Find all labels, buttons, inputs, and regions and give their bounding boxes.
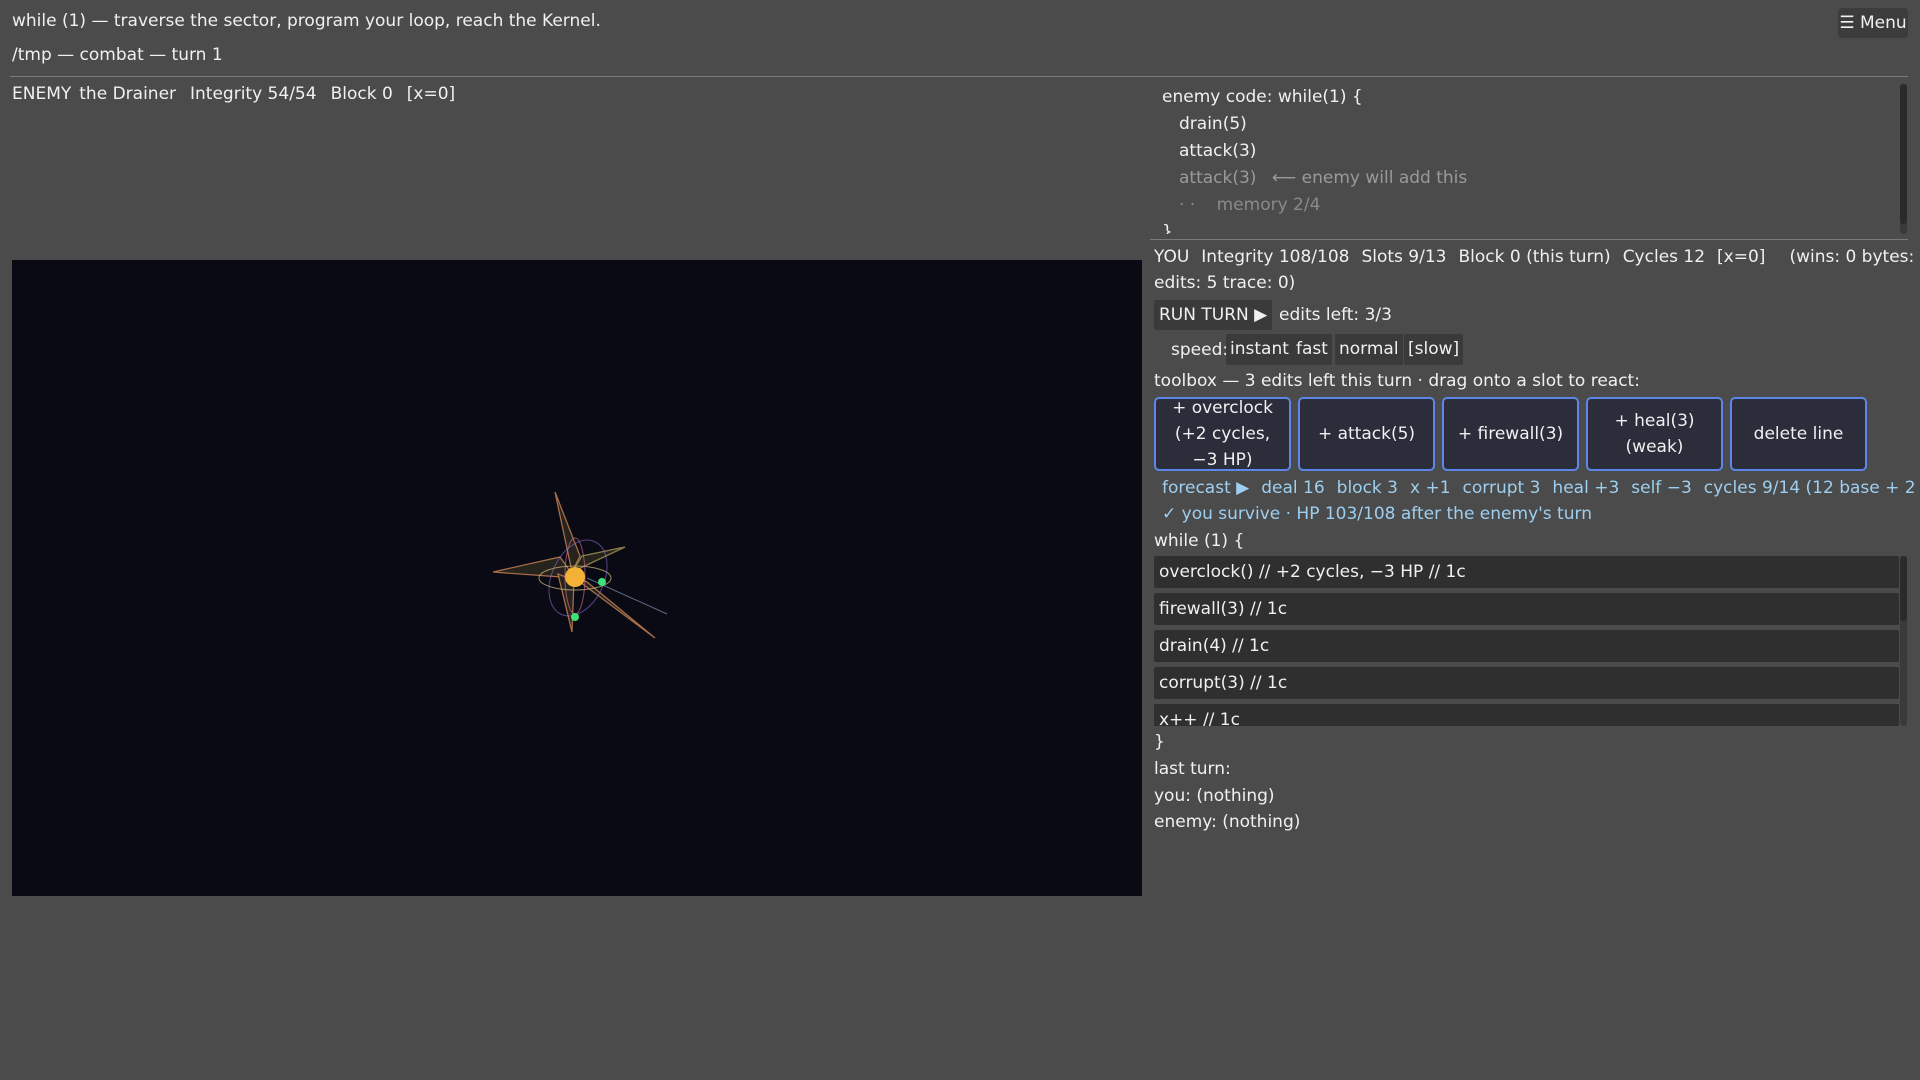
player-stats: (wins: 0 bytes: 0: [1789, 247, 1920, 267]
player-last-action: you: (nothing): [1154, 786, 1275, 806]
forecast-label: forecast ▶: [1162, 478, 1250, 498]
forecast-cycles: cycles 9/14 (12 base + 2 gained): [1703, 478, 1920, 498]
forecast-heal: heal +3: [1552, 478, 1620, 498]
code-slot[interactable]: corrupt(3) // 1c: [1154, 667, 1899, 699]
forecast-x: x +1: [1410, 478, 1451, 498]
star-blade-left: [492, 556, 577, 579]
edits-left-counter: edits left: 3/3: [1279, 305, 1392, 325]
enemy-code-scrollbar[interactable]: [1900, 84, 1907, 234]
speed-slow-button[interactable]: [slow]: [1404, 334, 1464, 365]
enemy-name: the Drainer: [79, 84, 177, 104]
enemy-pending-code: attack(3): [1179, 168, 1257, 188]
toolbox-overclock-card[interactable]: + overclock (+2 cycles, −3 HP): [1154, 397, 1291, 471]
enemy-block: Block 0: [330, 84, 393, 104]
player-label: YOU: [1154, 247, 1190, 267]
run-turn-button[interactable]: RUN TURN ▶: [1154, 300, 1273, 330]
forecast-block: block 3: [1336, 478, 1398, 498]
player-status-bar: YOU Integrity 108/108 Slots 9/13 Block 0 (t…: [1154, 247, 1920, 267]
toolbox-attack-card[interactable]: + attack(5): [1298, 397, 1435, 471]
loop-code-slots: overclock() // +2 cycles, −3 HP // 1c fi…: [1154, 556, 1899, 726]
enemy-memory: memory 2/4: [1216, 195, 1321, 215]
orbit-node-2: [571, 613, 579, 621]
enemy-integrity: Integrity 54/54: [190, 84, 317, 104]
code-slot[interactable]: overclock() // +2 cycles, −3 HP // 1c: [1154, 556, 1899, 588]
combat-canvas: [12, 260, 1142, 896]
enemy-label: ENEMY: [12, 84, 72, 104]
menu-button[interactable]: ☰ Menu: [1838, 8, 1908, 38]
enemy-memory-line: · · memory 2/4: [1162, 192, 1897, 219]
enemy-code-panel: enemy code: while(1) { drain(5) attack(3…: [1162, 84, 1897, 234]
loop-header: while (1) {: [1154, 531, 1245, 551]
enemy-code-line: attack(3): [1179, 141, 1257, 161]
scrollbar-thumb[interactable]: [1900, 84, 1907, 224]
location-breadcrumb: /tmp — combat — turn 1: [12, 45, 223, 65]
scrollbar-thumb[interactable]: [1900, 556, 1907, 621]
drainer-star-sprite: [492, 491, 668, 639]
enemy-code-close: }: [1162, 222, 1173, 234]
speed-normal-button[interactable]: normal: [1335, 334, 1403, 365]
forecast-bar: forecast ▶ deal 16 block 3 x +1 corrupt 3 hea…: [1162, 478, 1920, 498]
player-integrity: Integrity 108/108: [1201, 247, 1350, 267]
enemy-code-header: enemy code: while(1) {: [1162, 87, 1363, 107]
enemy-status-bar: ENEMY the Drainer Integrity 54/54 Block 0 [x…: [12, 84, 469, 104]
enemy-x-register: [x=0]: [406, 84, 456, 104]
last-turn-label: last turn:: [1154, 759, 1231, 779]
toolbox-delete-line-card[interactable]: delete line: [1730, 397, 1867, 471]
enemy-last-action: enemy: (nothing): [1154, 812, 1301, 832]
code-slot[interactable]: x++ // 1c: [1154, 704, 1899, 726]
toolbox-label: toolbox — 3 edits left this turn · drag …: [1154, 371, 1640, 391]
forecast-deal: deal 16: [1261, 478, 1325, 498]
toolbox-firewall-card[interactable]: + firewall(3): [1442, 397, 1579, 471]
enemy-code-line: drain(5): [1179, 114, 1247, 134]
enemy-sprite[interactable]: [492, 491, 668, 639]
forecast-self: self −3: [1631, 478, 1692, 498]
player-cycles: Cycles 12: [1622, 247, 1706, 267]
panel-divider: [1150, 239, 1908, 240]
enemy-pending-line: attack(3) ⟵ enemy will add this: [1162, 165, 1897, 192]
memory-dots: · ·: [1179, 195, 1196, 215]
core-orb: [565, 567, 585, 587]
star-blade-right: [570, 546, 626, 574]
speed-fast-button[interactable]: fast: [1292, 334, 1332, 365]
code-slot[interactable]: drain(4) // 1c: [1154, 630, 1899, 662]
orbit-node-1: [598, 578, 606, 586]
player-stats-cont: edits: 5 trace: 0): [1154, 273, 1296, 293]
speed-label: speed:: [1171, 340, 1229, 360]
enemy-pending-note: ⟵ enemy will add this: [1271, 168, 1468, 188]
toolbox-heal-card[interactable]: + heal(3) (weak): [1586, 397, 1723, 471]
code-slot[interactable]: firewall(3) // 1c: [1154, 593, 1899, 625]
survival-forecast: ✓ you survive · HP 103/108 after the ene…: [1162, 504, 1592, 524]
game-title: while (1) — traverse the sector, program…: [12, 11, 601, 31]
speed-instant-button[interactable]: instant: [1226, 334, 1293, 365]
player-slots: Slots 9/13: [1361, 247, 1447, 267]
player-block: Block 0 (this turn): [1458, 247, 1611, 267]
player-x-register: [x=0]: [1717, 247, 1766, 267]
loop-close: }: [1154, 732, 1165, 752]
loop-scrollbar[interactable]: [1900, 556, 1907, 726]
forecast-corrupt: corrupt 3: [1462, 478, 1541, 498]
header-divider: [10, 76, 1908, 77]
